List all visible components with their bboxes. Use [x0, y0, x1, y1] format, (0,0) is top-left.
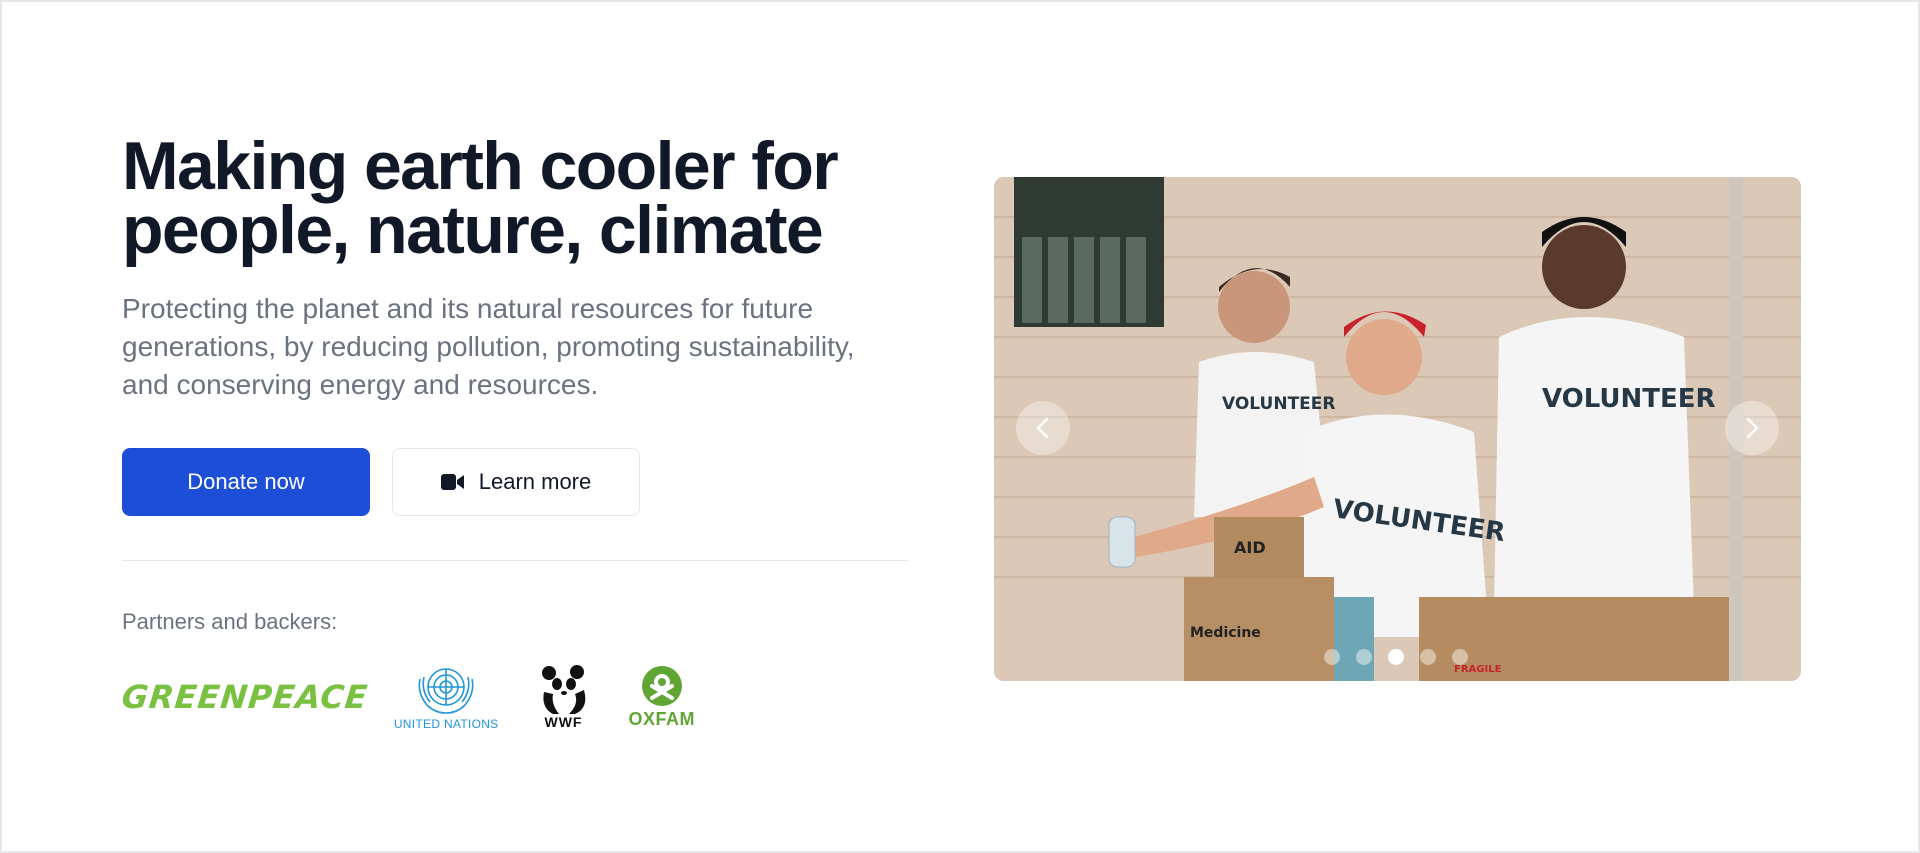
- wwf-wordmark: WWF: [544, 714, 583, 730]
- carousel-dot[interactable]: [1452, 649, 1468, 665]
- hero-actions: Donate now Learn more: [122, 448, 908, 516]
- greenpeace-wordmark: GREENPEACE: [120, 678, 370, 716]
- chevron-right-icon: [1746, 417, 1759, 439]
- image-carousel: VOLUNTEER VOLUNTEER VOLUNTEER AID Medici…: [994, 177, 1801, 681]
- carousel-dot[interactable]: [1324, 649, 1340, 665]
- volunteer-shirt-left: VOLUNTEER: [1222, 394, 1335, 414]
- partners-label: Partners and backers:: [122, 609, 338, 634]
- donate-now-label: Donate now: [187, 469, 305, 494]
- oxfam-logo[interactable]: OXFAM: [629, 665, 696, 730]
- carousel-dots: [1324, 649, 1468, 665]
- panda-icon: [541, 665, 585, 714]
- hero-content: Making earth cooler for people, nature, …: [120, 132, 908, 735]
- box-medicine-label: Medicine: [1190, 625, 1261, 641]
- carousel-next-button[interactable]: [1725, 401, 1779, 455]
- volunteer-shirt-right: VOLUNTEER: [1542, 384, 1716, 414]
- un-emblem-icon: [418, 668, 474, 714]
- carousel-prev-button[interactable]: [1016, 401, 1070, 455]
- wwf-logo[interactable]: WWF: [539, 664, 589, 730]
- oxfam-emblem-icon: [641, 665, 682, 706]
- hero-headline: Making earth cooler for people, nature, …: [122, 132, 908, 264]
- greenpeace-logo[interactable]: GREENPEACE: [120, 678, 370, 716]
- oxfam-wordmark: OXFAM: [628, 708, 696, 729]
- chevron-left-icon: [1036, 417, 1049, 439]
- box-aid-label: AID: [1234, 538, 1266, 557]
- partner-logos: GREENPEACE UNITED NATIONS WWF OXFAM: [120, 659, 908, 735]
- donate-now-button[interactable]: Donate now: [122, 448, 370, 516]
- learn-more-button[interactable]: Learn more: [392, 448, 640, 516]
- headline-line-2: people, nature, climate: [122, 192, 824, 268]
- volunteers-photo: VOLUNTEER VOLUNTEER VOLUNTEER AID Medici…: [994, 177, 1801, 681]
- divider: [122, 560, 908, 561]
- box-fragile-label: FRAGILE: [1454, 664, 1502, 675]
- learn-more-label: Learn more: [478, 469, 592, 494]
- video-camera-icon: [440, 473, 465, 491]
- hero-subtitle: Protecting the planet and its natural re…: [122, 293, 855, 400]
- carousel-dot[interactable]: [1420, 649, 1436, 665]
- un-wordmark: UNITED NATIONS: [393, 717, 499, 731]
- carousel-dot[interactable]: [1356, 649, 1372, 665]
- carousel-dot[interactable]: [1388, 649, 1404, 665]
- united-nations-logo[interactable]: UNITED NATIONS: [394, 663, 499, 731]
- page-frame: Making earth cooler for people, nature, …: [0, 0, 1920, 853]
